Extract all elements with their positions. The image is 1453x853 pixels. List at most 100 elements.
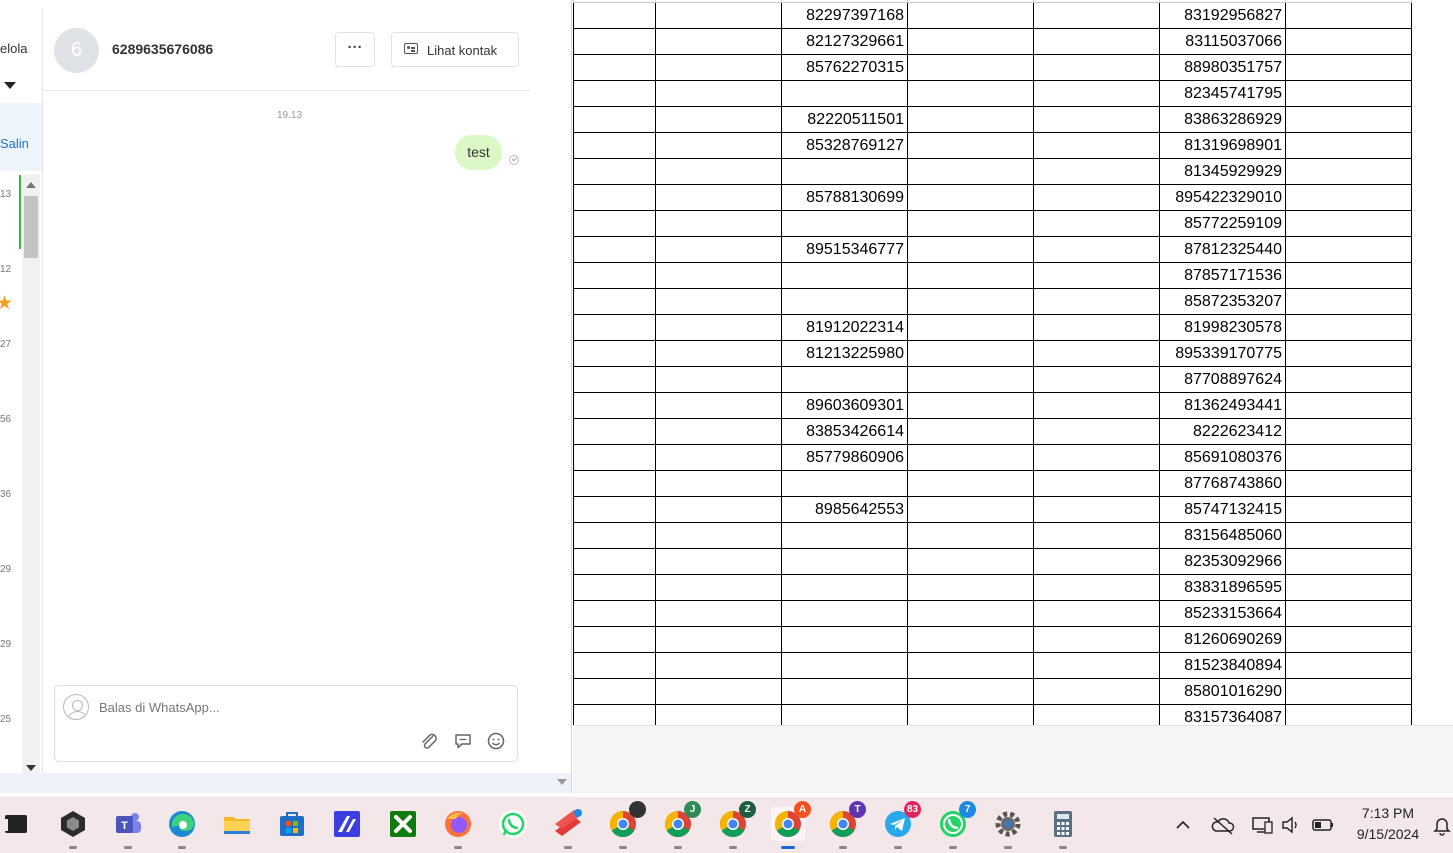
cell-J[interactable] xyxy=(781,210,908,237)
cell-H[interactable] xyxy=(573,340,656,367)
conversation-scrollbar[interactable] xyxy=(22,174,40,781)
cell-K[interactable] xyxy=(907,626,1034,653)
scroll-down-arrow-icon[interactable] xyxy=(557,779,567,785)
cell-I[interactable] xyxy=(655,366,782,393)
cell-K[interactable] xyxy=(907,132,1034,159)
cell-K[interactable] xyxy=(907,704,1034,725)
cell-I[interactable] xyxy=(655,418,782,445)
cell-L[interactable] xyxy=(1033,470,1160,497)
cell-N[interactable] xyxy=(1285,418,1412,445)
cell-N[interactable] xyxy=(1285,80,1412,107)
cell-N[interactable] xyxy=(1285,288,1412,315)
xbox-icon[interactable] xyxy=(386,807,420,841)
cell-K[interactable] xyxy=(907,106,1034,133)
cell-K[interactable] xyxy=(907,470,1034,497)
cell-H[interactable] xyxy=(573,28,656,55)
reply-input[interactable] xyxy=(99,700,429,715)
cell-I[interactable] xyxy=(655,210,782,237)
cell-H[interactable] xyxy=(573,704,656,725)
cell-L[interactable] xyxy=(1033,236,1160,263)
attachment-icon[interactable] xyxy=(419,732,439,750)
cell-N[interactable] xyxy=(1285,28,1412,55)
cell-J[interactable]: 89515346777 xyxy=(781,236,908,263)
cell-K[interactable] xyxy=(907,184,1034,211)
cell-J[interactable] xyxy=(781,158,908,185)
cell-L[interactable] xyxy=(1033,314,1160,341)
calculator-icon[interactable] xyxy=(1046,807,1080,849)
manage-label[interactable]: elola xyxy=(0,41,27,56)
cell-L[interactable] xyxy=(1033,158,1160,185)
onedrive-offline-icon[interactable] xyxy=(1210,797,1236,853)
cell-L[interactable] xyxy=(1033,132,1160,159)
notification-bell-icon[interactable] xyxy=(1432,797,1452,853)
cell-N[interactable] xyxy=(1285,548,1412,575)
cell-L[interactable] xyxy=(1033,418,1160,445)
unity-hub-icon[interactable] xyxy=(56,807,90,849)
cell-L[interactable] xyxy=(1033,652,1160,679)
cell-J[interactable] xyxy=(781,548,908,575)
cell-H[interactable] xyxy=(573,210,656,237)
cell-L[interactable] xyxy=(1033,626,1160,653)
settings-icon[interactable] xyxy=(991,807,1025,849)
cell-N[interactable] xyxy=(1285,522,1412,549)
network-icon[interactable] xyxy=(1250,797,1274,853)
cell-H[interactable] xyxy=(573,392,656,419)
cell-N[interactable] xyxy=(1285,678,1412,705)
cell-J[interactable]: 85328769127 xyxy=(781,132,908,159)
cell-J[interactable]: 85762270315 xyxy=(781,54,908,81)
cell-N[interactable] xyxy=(1285,392,1412,419)
cell-L[interactable] xyxy=(1033,444,1160,471)
cell-J[interactable] xyxy=(781,574,908,601)
cell-M[interactable]: 82345741795 xyxy=(1159,80,1286,107)
cell-L[interactable] xyxy=(1033,288,1160,315)
cell-H[interactable] xyxy=(573,496,656,523)
cell-N[interactable] xyxy=(1285,652,1412,679)
cell-L[interactable] xyxy=(1033,522,1160,549)
cell-H[interactable] xyxy=(573,54,656,81)
chrome-profile-t-icon[interactable]: T xyxy=(826,801,866,849)
cell-H[interactable] xyxy=(573,574,656,601)
cell-K[interactable] xyxy=(907,340,1034,367)
cell-I[interactable] xyxy=(655,236,782,263)
cell-K[interactable] xyxy=(907,158,1034,185)
cell-I[interactable] xyxy=(655,340,782,367)
cell-K[interactable] xyxy=(907,418,1034,445)
cell-N[interactable] xyxy=(1285,106,1412,133)
cell-M[interactable]: 83831896595 xyxy=(1159,574,1286,601)
cell-M[interactable]: 85233153664 xyxy=(1159,600,1286,627)
cell-H[interactable] xyxy=(573,444,656,471)
cell-I[interactable] xyxy=(655,652,782,679)
cell-M[interactable]: 81319698901 xyxy=(1159,132,1286,159)
cell-K[interactable] xyxy=(907,314,1034,341)
cell-M[interactable]: 85872353207 xyxy=(1159,288,1286,315)
dropdown-caret-icon[interactable] xyxy=(4,82,16,89)
outgoing-message-bubble[interactable]: test xyxy=(455,135,502,170)
cell-J[interactable] xyxy=(781,470,908,497)
cell-I[interactable] xyxy=(655,80,782,107)
cell-M[interactable]: 895339170775 xyxy=(1159,340,1286,367)
chrome-profile-z-icon[interactable]: Z xyxy=(716,801,756,849)
cell-H[interactable] xyxy=(573,158,656,185)
cell-K[interactable] xyxy=(907,366,1034,393)
cell-K[interactable] xyxy=(907,652,1034,679)
cell-L[interactable] xyxy=(1033,366,1160,393)
cell-H[interactable] xyxy=(573,288,656,315)
cell-K[interactable] xyxy=(907,574,1034,601)
cell-J[interactable] xyxy=(781,288,908,315)
microsoft-teams-icon[interactable]: T xyxy=(111,807,145,849)
cell-H[interactable] xyxy=(573,626,656,653)
cell-I[interactable] xyxy=(655,704,782,725)
cell-K[interactable] xyxy=(907,236,1034,263)
scrollbar-thumb[interactable] xyxy=(24,196,38,258)
cell-I[interactable] xyxy=(655,262,782,289)
cell-M[interactable]: 87768743860 xyxy=(1159,470,1286,497)
chrome-profile-j-icon[interactable]: J xyxy=(661,801,701,849)
cell-K[interactable] xyxy=(907,444,1034,471)
cell-N[interactable] xyxy=(1285,184,1412,211)
cell-I[interactable] xyxy=(655,392,782,419)
microsoft-store-icon[interactable] xyxy=(275,807,309,841)
cell-K[interactable] xyxy=(907,54,1034,81)
cell-L[interactable] xyxy=(1033,106,1160,133)
cell-J[interactable] xyxy=(781,626,908,653)
cell-J[interactable]: 85779860906 xyxy=(781,444,908,471)
